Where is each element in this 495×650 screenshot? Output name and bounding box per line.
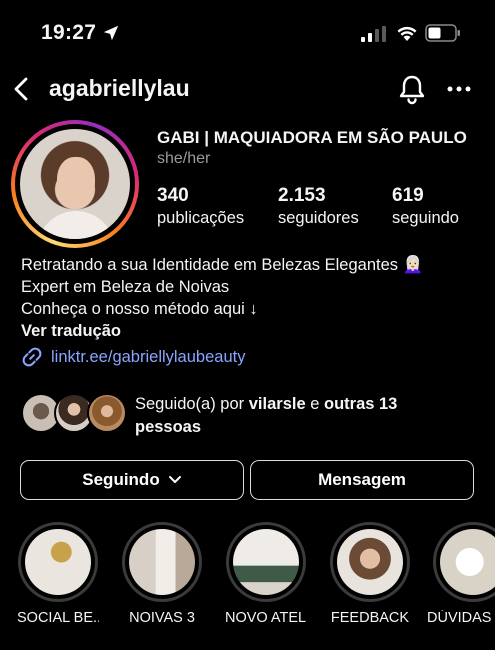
followed-by-connector: e — [305, 395, 324, 413]
message-button[interactable]: Mensagem — [250, 460, 474, 500]
highlight-label: DÚVIDAS — [427, 610, 492, 626]
followed-by-user[interactable]: vilarsle — [249, 395, 306, 413]
highlight-label: NOIVAS 3 — [129, 610, 195, 626]
highlight-ring — [226, 522, 306, 602]
followed-by-text[interactable]: Seguido(a) por vilarsle e outras 13 pess… — [135, 393, 455, 439]
highlight-cover — [129, 529, 195, 595]
highlight-feedback[interactable]: FEEDBACK — [329, 522, 411, 626]
stat-followers[interactable]: 2.153 seguidores — [278, 185, 359, 228]
chevron-down-icon — [168, 476, 181, 483]
battery-icon — [425, 24, 460, 42]
followed-by-prefix: Seguido(a) por — [135, 395, 249, 413]
highlight-ring — [18, 522, 98, 602]
highlight-cover — [25, 529, 91, 595]
mutual-followers-avatars[interactable] — [21, 393, 131, 435]
profile-link[interactable]: linktr.ee/gabriellylaubeauty — [21, 346, 245, 368]
status-bar: 19:27 — [0, 0, 495, 64]
avatar-face — [57, 157, 95, 205]
profile-header: agabriellylau — [0, 68, 495, 110]
highlight-label: FEEDBACK — [330, 610, 410, 626]
message-button-label: Mensagem — [318, 470, 406, 489]
profile-pronouns: she/her — [157, 150, 211, 167]
highlight-cover — [440, 529, 495, 595]
highlight-ring — [122, 522, 202, 602]
highlight-duvidas[interactable]: DÚVIDAS — [425, 522, 495, 626]
location-arrow-icon — [103, 25, 119, 41]
highlight-ring — [330, 522, 410, 602]
mutual-avatar — [87, 393, 127, 433]
stat-following-value: 619 — [392, 185, 424, 206]
highlight-cover — [337, 529, 403, 595]
highlight-label: SOCIAL BE... — [17, 610, 99, 626]
header-username: agabriellylau — [49, 75, 190, 101]
signal-icon — [361, 26, 386, 42]
stat-followers-label: seguidores — [278, 209, 359, 227]
highlight-cover — [233, 529, 299, 595]
stat-following-label: seguindo — [392, 209, 459, 227]
link-icon — [22, 347, 42, 367]
highlight-noivas[interactable]: NOIVAS 3 — [121, 522, 203, 626]
stat-posts[interactable]: 340 publicações — [157, 185, 244, 228]
bio-line: Conheça o nosso método aqui ↓ — [21, 300, 258, 318]
bio-line: Expert em Beleza de Noivas — [21, 278, 230, 296]
highlight-label: NOVO ATELIÊ — [225, 610, 307, 626]
stat-following[interactable]: 619 seguindo — [392, 185, 459, 228]
status-time: 19:27 — [41, 21, 97, 44]
highlight-social[interactable]: SOCIAL BE... — [17, 522, 99, 626]
profile-full-name: GABI | MAQUIADORA EM SÃO PAULO — [157, 128, 467, 147]
profile-link-text[interactable]: linktr.ee/gabriellylaubeauty — [51, 348, 245, 367]
story-ring[interactable] — [11, 120, 139, 248]
stat-posts-value: 340 — [157, 185, 189, 206]
bio-line: Retratando a sua Identidade em Belezas E… — [21, 256, 424, 274]
more-icon[interactable] — [446, 77, 472, 101]
see-translation-link[interactable]: Ver tradução — [21, 320, 423, 342]
bell-icon[interactable] — [397, 73, 427, 105]
back-icon[interactable] — [10, 76, 32, 102]
profile-bio: Retratando a sua Identidade em Belezas E… — [21, 254, 423, 342]
highlight-ring — [433, 522, 495, 602]
following-button-label: Seguindo — [82, 470, 160, 489]
stat-followers-value: 2.153 — [278, 185, 326, 206]
avatar-shoulders — [37, 211, 115, 239]
avatar[interactable] — [20, 129, 130, 239]
stat-posts-label: publicações — [157, 209, 245, 227]
following-button[interactable]: Seguindo — [20, 460, 244, 500]
highlight-atelie[interactable]: NOVO ATELIÊ — [225, 522, 307, 626]
wifi-icon — [397, 26, 417, 41]
